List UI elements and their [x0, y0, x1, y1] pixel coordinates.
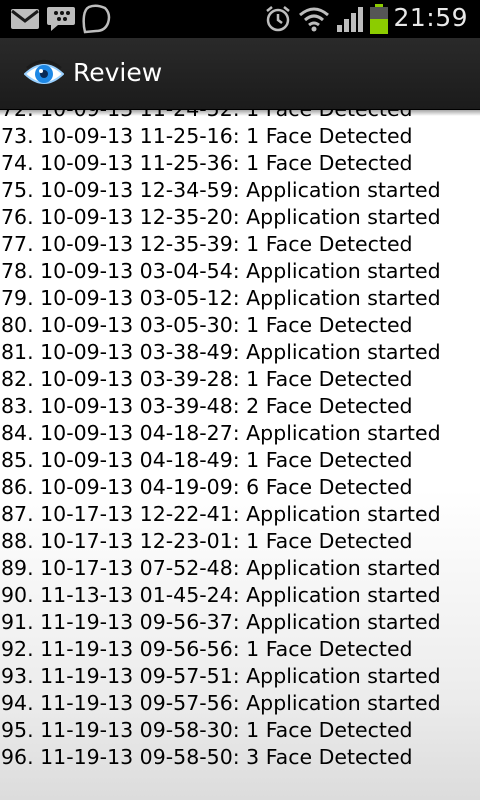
list-item[interactable]: 74. 10-09-13 11-25-36: 1 Face Detected — [0, 150, 480, 177]
wifi-icon — [299, 7, 329, 32]
blackberry-messenger-icon — [47, 7, 75, 31]
list-item[interactable]: 76. 10-09-13 12-35-20: Application start… — [0, 204, 480, 231]
signal-icon — [337, 7, 363, 32]
list-item[interactable]: 95. 11-19-13 09-58-30: 1 Face Detected — [0, 717, 480, 744]
list-item[interactable]: 82. 10-09-13 03-39-28: 1 Face Detected — [0, 366, 480, 393]
list-item[interactable]: 79. 10-09-13 03-05-12: Application start… — [0, 285, 480, 312]
log-list: 72. 10-09-13 11-24-52: 1 Face Detected73… — [0, 110, 480, 771]
list-item[interactable]: 85. 10-09-13 04-18-49: 1 Face Detected — [0, 447, 480, 474]
eye-icon[interactable] — [24, 58, 64, 90]
status-bar: 21:59 — [0, 0, 480, 38]
list-item[interactable]: 92. 11-19-13 09-56-56: 1 Face Detected — [0, 636, 480, 663]
list-item[interactable]: 83. 10-09-13 03-39-48: 2 Face Detected — [0, 393, 480, 420]
list-item[interactable]: 77. 10-09-13 12-35-39: 1 Face Detected — [0, 231, 480, 258]
gmail-icon — [11, 9, 39, 29]
list-item[interactable]: 96. 11-19-13 09-58-50: 3 Face Detected — [0, 744, 480, 771]
list-item[interactable]: 86. 10-09-13 04-19-09: 6 Face Detected — [0, 474, 480, 501]
list-item[interactable]: 88. 10-17-13 12-23-01: 1 Face Detected — [0, 528, 480, 555]
list-item[interactable]: 90. 11-13-13 01-45-24: Application start… — [0, 582, 480, 609]
alarm-icon — [266, 6, 290, 32]
list-item[interactable]: 93. 11-19-13 09-57-51: Application start… — [0, 663, 480, 690]
list-item[interactable]: 75. 10-09-13 12-34-59: Application start… — [0, 177, 480, 204]
log-list-view[interactable]: 72. 10-09-13 11-24-52: 1 Face Detected73… — [0, 110, 480, 800]
battery-icon — [370, 4, 388, 34]
chat-bubble-icon — [82, 4, 111, 34]
action-bar-shadow — [0, 110, 480, 116]
list-item[interactable]: 81. 10-09-13 03-38-49: Application start… — [0, 339, 480, 366]
action-bar: Review — [0, 38, 480, 110]
list-item[interactable]: 84. 10-09-13 04-18-27: Application start… — [0, 420, 480, 447]
status-time: 21:59 — [393, 3, 468, 32]
list-item[interactable]: 89. 10-17-13 07-52-48: Application start… — [0, 555, 480, 582]
page-title: Review — [73, 58, 163, 87]
list-item[interactable]: 87. 10-17-13 12-22-41: Application start… — [0, 501, 480, 528]
list-item[interactable]: 78. 10-09-13 03-04-54: Application start… — [0, 258, 480, 285]
list-item[interactable]: 80. 10-09-13 03-05-30: 1 Face Detected — [0, 312, 480, 339]
list-item[interactable]: 73. 10-09-13 11-25-16: 1 Face Detected — [0, 123, 480, 150]
list-item[interactable]: 91. 11-19-13 09-56-37: Application start… — [0, 609, 480, 636]
list-item[interactable]: 94. 11-19-13 09-57-56: Application start… — [0, 690, 480, 717]
